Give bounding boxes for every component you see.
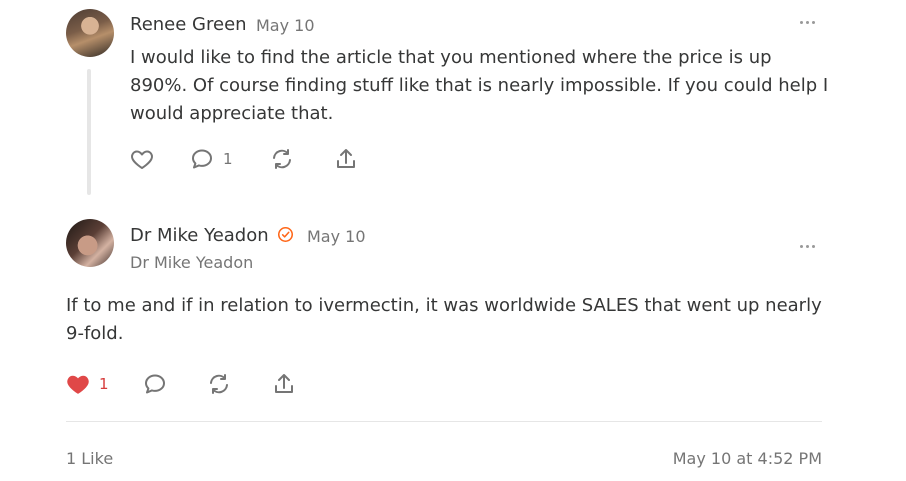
comment-author[interactable]: Renee Green — [130, 14, 247, 35]
restack-icon — [273, 149, 291, 169]
like-count: 1 — [99, 375, 109, 393]
share-button[interactable] — [334, 147, 358, 171]
like-button[interactable]: 1 — [66, 372, 109, 396]
restack-icon — [210, 374, 228, 394]
divider — [66, 421, 822, 422]
comment-text: If to me and if in relation to ivermecti… — [66, 295, 822, 344]
reply-count: 1 — [223, 150, 233, 168]
comment-date[interactable]: May 10 — [307, 227, 366, 246]
comment-icon — [192, 149, 212, 169]
more-options-icon[interactable] — [800, 241, 820, 251]
more-options-icon[interactable] — [800, 17, 820, 27]
likes-summary[interactable]: 1 Like — [66, 449, 113, 468]
comment-date[interactable]: May 10 — [256, 16, 315, 35]
like-button[interactable] — [130, 147, 154, 171]
heart-filled-icon — [67, 375, 89, 394]
comment-author[interactable]: Dr Mike Yeadon — [130, 225, 269, 246]
heart-icon — [131, 150, 153, 169]
share-button[interactable] — [272, 372, 296, 396]
comment-icon — [145, 374, 165, 394]
share-icon — [275, 374, 293, 393]
post-timestamp: May 10 at 4:52 PM — [672, 449, 822, 468]
avatar-renee-green[interactable] — [66, 9, 114, 57]
thread-line — [87, 69, 91, 195]
verified-badge-icon — [277, 226, 294, 243]
author-subtitle: Dr Mike Yeadon — [130, 253, 254, 272]
comment-text: I would like to find the article that yo… — [130, 47, 829, 124]
reply-button[interactable]: 1 — [190, 147, 233, 171]
reply-button[interactable] — [143, 372, 167, 396]
share-icon — [337, 149, 355, 168]
restack-button[interactable] — [270, 147, 294, 171]
avatar-dr-mike-yeadon[interactable] — [66, 219, 114, 267]
restack-button[interactable] — [207, 372, 231, 396]
